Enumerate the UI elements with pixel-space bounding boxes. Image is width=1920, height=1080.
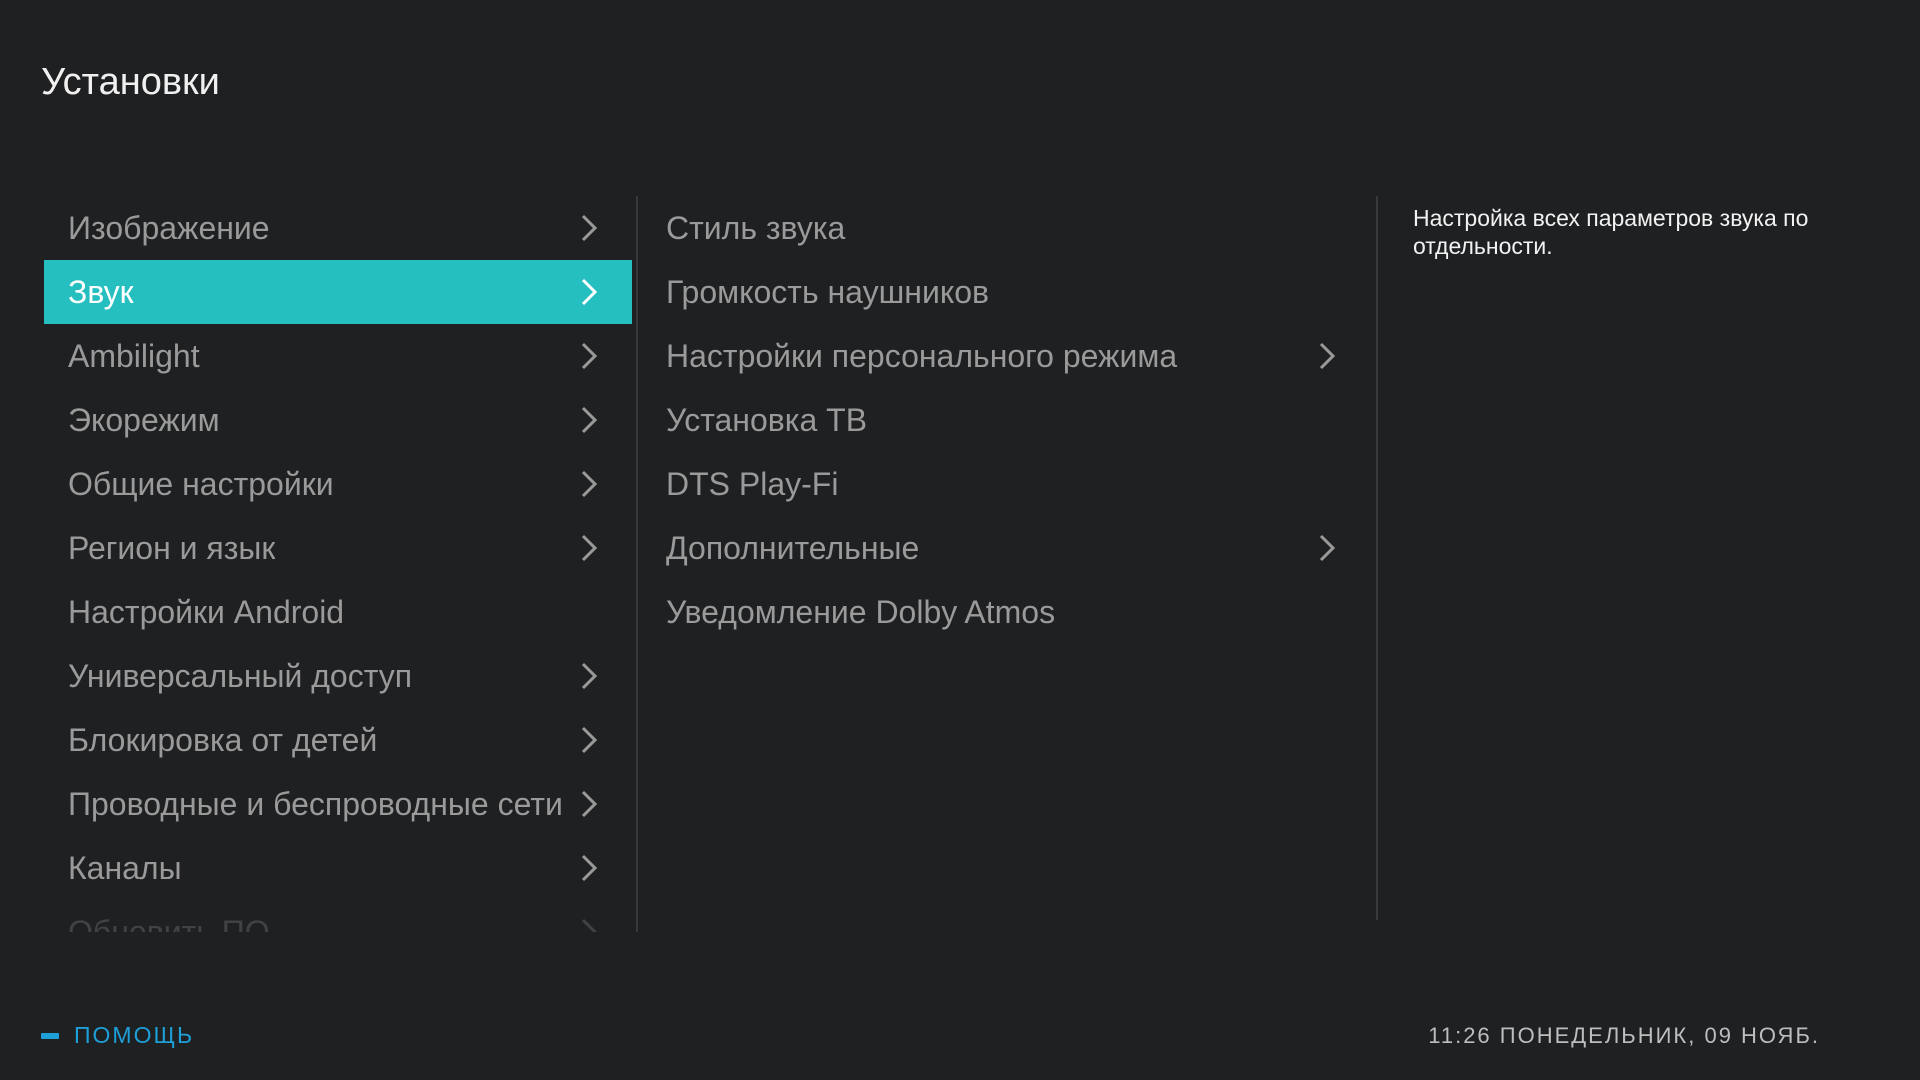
- option-tv-placement[interactable]: Установка ТВ: [640, 388, 1360, 452]
- category-item-accessibility[interactable]: Универсальный доступ: [44, 644, 632, 708]
- help-label: ПОМОЩЬ: [74, 1022, 195, 1048]
- chevron-right-icon: [578, 789, 600, 819]
- category-item-sound[interactable]: Звук: [44, 260, 632, 324]
- chevron-right-icon: [1316, 533, 1338, 563]
- category-label: Обновить ПО: [68, 913, 270, 933]
- chevron-right-icon: [1316, 341, 1338, 371]
- chevron-right-icon: [578, 469, 600, 499]
- chevron-right-icon: [578, 725, 600, 755]
- option-label: Уведомление Dolby Atmos: [666, 593, 1056, 630]
- category-item-update-software[interactable]: Обновить ПО: [44, 900, 632, 932]
- category-item-region-language[interactable]: Регион и язык: [44, 516, 632, 580]
- option-advanced[interactable]: Дополнительные: [640, 516, 1360, 580]
- category-label: Универсальный доступ: [68, 657, 413, 694]
- blue-key-icon: [41, 1032, 59, 1039]
- chevron-right-icon: [578, 341, 600, 371]
- chevron-right-icon: [578, 405, 600, 435]
- category-item-channels[interactable]: Каналы: [44, 836, 632, 900]
- chevron-right-icon: [578, 213, 600, 243]
- sound-options-list: Стиль звука Громкость наушников Настройк…: [640, 196, 1360, 644]
- category-item-picture[interactable]: Изображение: [44, 196, 632, 260]
- help-button[interactable]: ПОМОЩЬ: [41, 1022, 194, 1049]
- category-label: Блокировка от детей: [68, 721, 378, 758]
- category-item-ambilight[interactable]: Ambilight: [44, 324, 632, 388]
- category-item-networks[interactable]: Проводные и беспроводные сети: [44, 772, 632, 836]
- option-sound-style[interactable]: Стиль звука: [640, 196, 1360, 260]
- category-item-child-lock[interactable]: Блокировка от детей: [44, 708, 632, 772]
- category-label: Экорежим: [68, 401, 220, 438]
- category-item-android-settings[interactable]: Настройки Android: [44, 580, 632, 644]
- page-title: Установки: [41, 61, 220, 103]
- option-label: Громкость наушников: [666, 273, 989, 310]
- chevron-right-icon: [578, 853, 600, 883]
- category-item-general-settings[interactable]: Общие настройки: [44, 452, 632, 516]
- chevron-right-icon: [578, 917, 600, 932]
- category-label: Звук: [68, 273, 134, 310]
- category-label: Общие настройки: [68, 465, 334, 502]
- category-label: Проводные и беспроводные сети: [68, 785, 563, 822]
- option-dts-play-fi[interactable]: DTS Play-Fi: [640, 452, 1360, 516]
- category-label: Настройки Android: [68, 593, 345, 630]
- option-label: Дополнительные: [666, 529, 920, 566]
- description-text: Настройка всех параметров звука по отдел…: [1413, 205, 1809, 259]
- option-dolby-atmos-notification[interactable]: Уведомление Dolby Atmos: [640, 580, 1360, 644]
- category-item-eco-mode[interactable]: Экорежим: [44, 388, 632, 452]
- option-label: DTS Play-Fi: [666, 465, 839, 502]
- column-divider: [1376, 196, 1378, 920]
- settings-category-list: Изображение Звук Ambilight Экорежим Общи…: [44, 196, 632, 932]
- option-label: Стиль звука: [666, 209, 846, 246]
- category-label: Регион и язык: [68, 529, 276, 566]
- option-personal-mode-settings[interactable]: Настройки персонального режима: [640, 324, 1360, 388]
- category-label: Изображение: [68, 209, 270, 246]
- chevron-right-icon: [578, 277, 600, 307]
- option-label: Установка ТВ: [666, 401, 868, 438]
- chevron-right-icon: [578, 661, 600, 691]
- column-divider: [636, 196, 638, 932]
- option-label: Настройки персонального режима: [666, 337, 1178, 374]
- category-label: Ambilight: [68, 337, 200, 374]
- chevron-right-icon: [578, 533, 600, 563]
- option-headphone-volume[interactable]: Громкость наушников: [640, 260, 1360, 324]
- clock-date: 11:26 ПОНЕДЕЛЬНИК, 09 НОЯБ.: [1428, 1023, 1820, 1048]
- category-label: Каналы: [68, 849, 182, 886]
